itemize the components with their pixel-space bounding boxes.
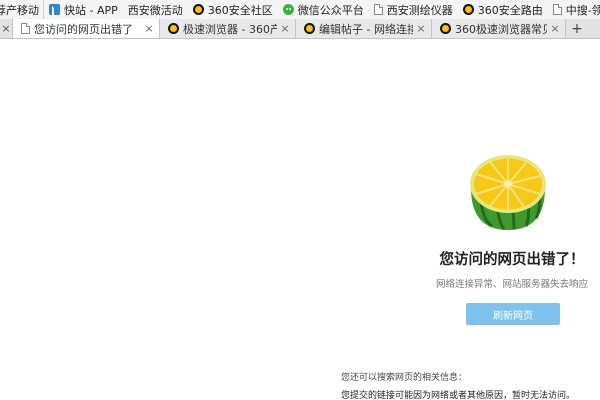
tab-title: 编辑帖子 - 网络连接异常 [319, 22, 413, 36]
bookmark-item[interactable]: 360安全社区 [188, 0, 278, 19]
bookmark-label: 360安全路由 [477, 3, 543, 17]
bookmark-item[interactable]: 荐产移动 [0, 0, 44, 19]
bookmark-item[interactable]: 360安全路由 [458, 0, 548, 19]
360-icon [440, 23, 451, 34]
tab-title: 极速浏览器 - 360产品 [183, 22, 277, 36]
error-title: 您访问的网页出错了！ [439, 252, 585, 268]
tab-360-faq[interactable]: 360极速浏览器常见问 × [432, 19, 566, 38]
page-icon [552, 4, 562, 15]
tab-bar: × 您访问的网页出错了 × 极速浏览器 - 360产品 × 编辑帖子 - 网络连… [0, 19, 600, 39]
tab-error-page[interactable]: 您访问的网页出错了 × [12, 19, 160, 38]
bookmark-item[interactable]: 快站 - APP [44, 0, 123, 19]
bookmark-item[interactable]: 微信公众平台 [278, 0, 369, 19]
360-icon [462, 4, 474, 15]
tab-title: 360极速浏览器常见问 [455, 22, 547, 36]
close-icon[interactable]: × [279, 22, 291, 35]
page-icon [21, 23, 30, 34]
tab-title: 您访问的网页出错了 [34, 22, 133, 36]
watermelon-icon [470, 155, 546, 230]
reason-hint: 您提交的链接可能因为网络或者其他原因，暂时无法访问。 [341, 391, 576, 400]
melon-core [504, 181, 512, 187]
new-tab-button[interactable]: + [566, 19, 588, 38]
wechat-icon [282, 4, 294, 15]
bookmarks-bar: 荐产移动 快站 - APP 西安微活动 360安全社区 微信公众平台 西安测绘仪… [0, 0, 600, 19]
close-icon[interactable]: × [0, 19, 12, 38]
bookmark-label: 西安微活动 [127, 3, 183, 17]
360-icon [304, 23, 315, 34]
bookmark-item[interactable]: 西安微活动 [123, 0, 188, 19]
page-icon [373, 4, 383, 15]
bookmark-label: 荐产移动 [0, 3, 39, 17]
bookmark-label: 360安全社区 [207, 3, 273, 17]
refresh-button[interactable]: 刷新网页 [466, 303, 560, 325]
close-icon[interactable]: × [549, 22, 561, 35]
search-hint: 您还可以搜索网页的相关信息： [341, 373, 468, 383]
bookmark-label: 微信公众平台 [297, 3, 364, 17]
360-icon [168, 23, 179, 34]
close-icon[interactable]: × [143, 22, 155, 35]
bookmark-item[interactable]: 西安测绘仪器 [369, 0, 458, 19]
bookmark-label: 中搜-领先的 [565, 3, 600, 17]
close-icon[interactable]: × [415, 22, 427, 35]
bookmark-item[interactable]: 中搜-领先的 [548, 0, 600, 19]
bookmark-label: 快站 - APP [64, 3, 118, 17]
bookmark-label: 西安测绘仪器 [386, 3, 453, 17]
kuaizhan-icon [49, 4, 60, 15]
tab-360-products[interactable]: 极速浏览器 - 360产品 × [160, 19, 296, 38]
error-subtitle: 网络连接异常、网站服务器失去响应 [435, 279, 588, 290]
360-icon [192, 4, 204, 15]
tab-edit-post[interactable]: 编辑帖子 - 网络连接异常 × [296, 19, 432, 38]
